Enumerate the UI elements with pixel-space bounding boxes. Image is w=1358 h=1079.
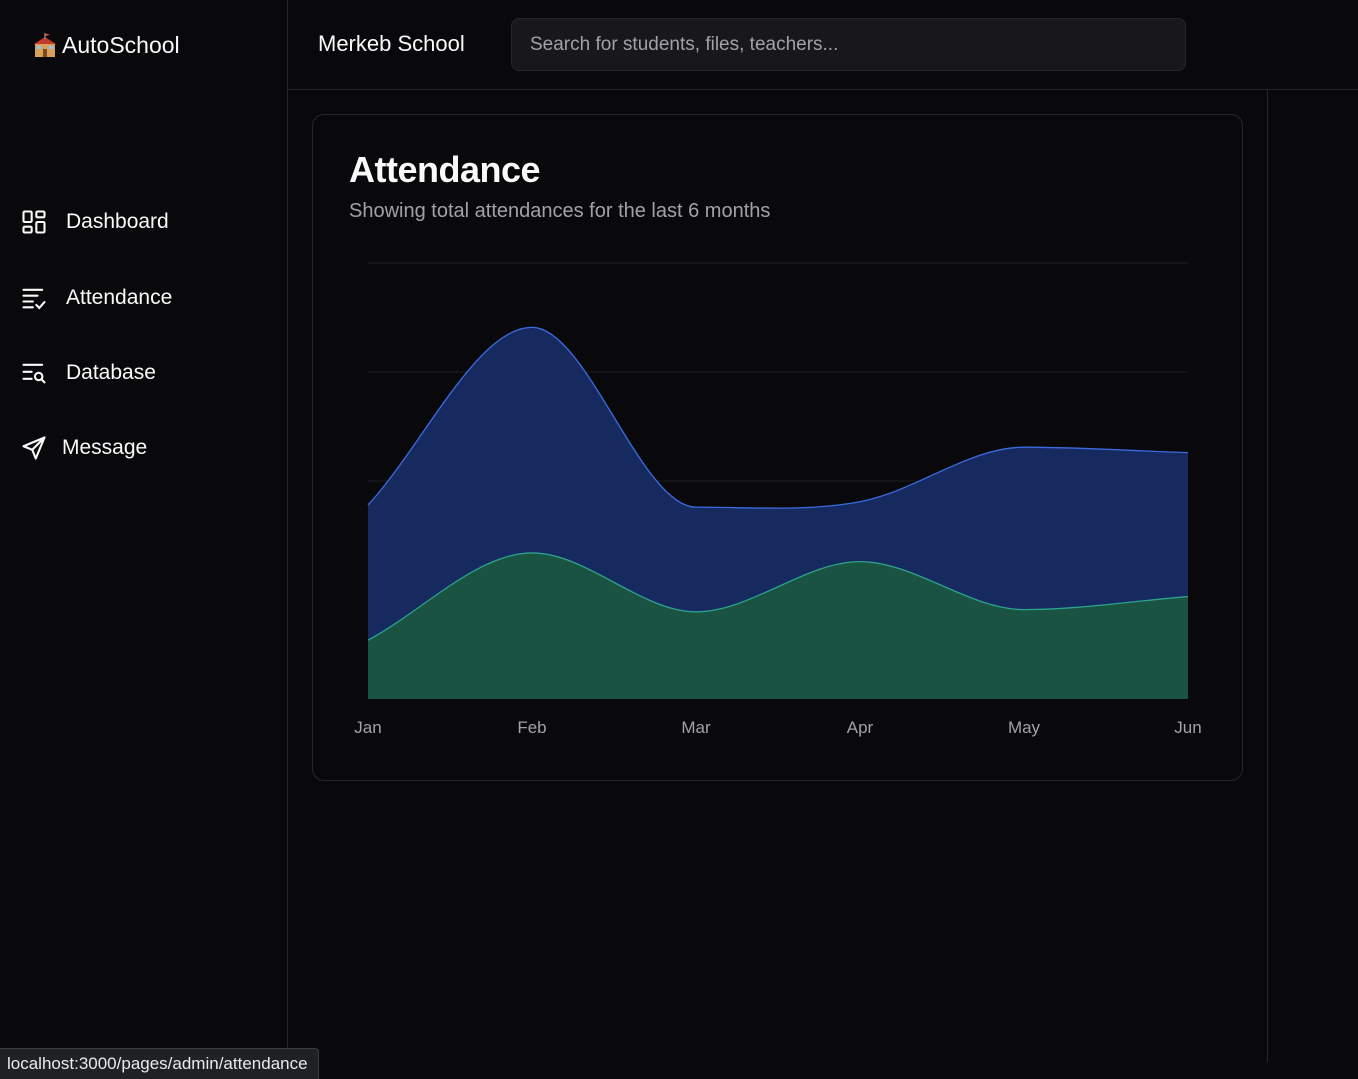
sidebar-item-label: Message (62, 436, 148, 459)
sidebar-item-attendance[interactable]: Attendance (20, 284, 172, 312)
sidebar-item-label: Attendance (66, 286, 173, 309)
attendance-card: Attendance Showing total attendances for… (312, 114, 1243, 781)
x-tick-label: Mar (681, 718, 711, 737)
x-tick-label: Jun (1174, 718, 1201, 737)
sidebar-item-label: Database (66, 361, 156, 384)
dashboard-icon (22, 210, 46, 234)
school-name: Merkeb School (318, 31, 465, 56)
top-bar: Merkeb School (288, 0, 1358, 90)
search-input[interactable] (511, 18, 1186, 71)
sidebar-item-dashboard[interactable]: Dashboard (20, 208, 169, 236)
sidebar-item-database[interactable]: Database (20, 359, 156, 387)
x-tick-label: May (1008, 718, 1041, 737)
sidebar: AutoSchool Dashboard Attendance Database… (0, 0, 288, 1079)
brand-name: AutoSchool (62, 32, 180, 58)
list-search-icon (22, 363, 46, 384)
send-icon (22, 436, 46, 460)
school-icon (34, 32, 56, 57)
brand-logo[interactable]: AutoSchool (32, 32, 180, 59)
x-tick-label: Feb (517, 718, 546, 737)
panel-divider (1267, 90, 1268, 1062)
status-bar-url: localhost:3000/pages/admin/attendance (0, 1048, 319, 1079)
list-check-icon (22, 288, 46, 310)
sidebar-item-message[interactable]: Message (20, 434, 147, 462)
sidebar-item-label: Dashboard (66, 210, 169, 233)
x-tick-label: Jan (354, 718, 381, 737)
x-tick-label: Apr (847, 718, 874, 737)
attendance-area-chart: Jan Feb Mar Apr May Jun (354, 262, 1202, 737)
